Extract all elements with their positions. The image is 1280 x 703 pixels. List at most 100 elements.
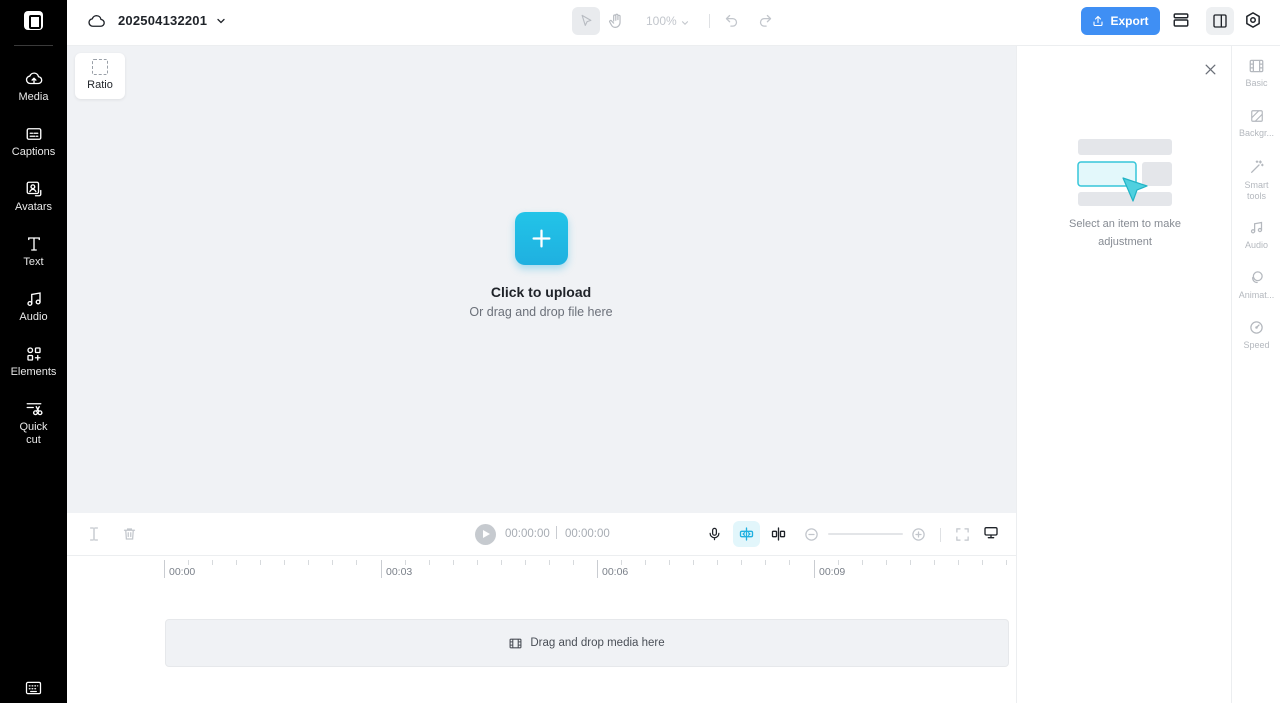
current-time: 00:00:00 bbox=[505, 528, 550, 540]
ruler-tick bbox=[405, 560, 406, 565]
select-tool-button[interactable] bbox=[572, 7, 600, 35]
ruler-tick bbox=[597, 560, 598, 578]
hand-icon bbox=[609, 13, 621, 28]
layers-button[interactable] bbox=[1172, 11, 1190, 34]
music-note-icon bbox=[1250, 221, 1263, 234]
timeline-zoom-slider[interactable] bbox=[828, 533, 903, 535]
film-icon bbox=[1249, 59, 1264, 73]
sidebar-divider bbox=[14, 45, 53, 46]
music-note-icon bbox=[26, 292, 41, 307]
auto-snap-toggle[interactable] bbox=[733, 521, 760, 547]
select-item-illustration bbox=[1077, 138, 1175, 211]
ruler-tick bbox=[1006, 560, 1007, 565]
keyboard-shortcuts-button[interactable] bbox=[25, 681, 42, 700]
upload-button[interactable] bbox=[515, 212, 568, 265]
sidebar-item-captions[interactable]: Captions bbox=[0, 125, 67, 158]
project-name[interactable]: 202504132201 bbox=[118, 13, 207, 28]
ruler-label: 00:09 bbox=[819, 566, 846, 578]
ratio-icon bbox=[92, 59, 108, 75]
sidebar-item-media[interactable]: Media bbox=[0, 70, 67, 103]
ruler-tick bbox=[549, 560, 550, 565]
ruler-tick bbox=[910, 560, 911, 565]
zoom-dropdown[interactable] bbox=[680, 15, 690, 33]
ratio-button[interactable]: Ratio bbox=[75, 53, 125, 99]
fit-button[interactable] bbox=[955, 527, 970, 547]
zoom-out-button[interactable] bbox=[804, 527, 819, 547]
hand-tool-button[interactable] bbox=[608, 12, 625, 35]
export-icon bbox=[1093, 15, 1104, 27]
undo-button[interactable] bbox=[724, 13, 739, 33]
speed-icon bbox=[1250, 321, 1263, 334]
avatar-icon bbox=[26, 181, 41, 197]
sidebar-item-avatars[interactable]: Avatars bbox=[0, 180, 67, 213]
timeline-area[interactable]: 00:00 00:03 00:06 00:09 Drag and drop me… bbox=[67, 556, 1016, 703]
gear-icon bbox=[1246, 12, 1260, 28]
ruler-tick bbox=[381, 560, 382, 578]
sidebar-item-label: Captions bbox=[11, 146, 56, 158]
split-button[interactable] bbox=[87, 526, 101, 547]
total-time: 00:00:00 bbox=[565, 528, 610, 540]
microphone-icon bbox=[709, 527, 720, 541]
trash-icon bbox=[123, 528, 136, 540]
record-voice-button[interactable] bbox=[707, 525, 722, 548]
zoom-level[interactable]: 100% bbox=[646, 14, 677, 28]
empty-selection-hint: Select an item to make adjustment bbox=[1069, 218, 1181, 248]
ruler-tick bbox=[886, 560, 887, 565]
drop-zone-label: Drag and drop media here bbox=[530, 637, 665, 649]
sidebar-item-elements[interactable]: Elements bbox=[0, 345, 67, 378]
rail-item-background[interactable]: Backgr... bbox=[1232, 109, 1280, 139]
cloud-sync-button[interactable] bbox=[87, 12, 106, 35]
rail-item-audio[interactable]: Audio bbox=[1232, 220, 1280, 251]
ruler-tick bbox=[284, 560, 285, 565]
upload-title[interactable]: Click to upload bbox=[441, 284, 641, 300]
close-panel-button[interactable] bbox=[1204, 63, 1217, 81]
sidebar-item-label: Text bbox=[23, 256, 44, 268]
rail-item-speed[interactable]: Speed bbox=[1232, 320, 1280, 351]
link-button[interactable] bbox=[770, 526, 787, 547]
delete-button[interactable] bbox=[122, 526, 137, 547]
ruler-label: 00:06 bbox=[602, 566, 629, 578]
rail-item-animation[interactable]: Animat... bbox=[1232, 270, 1280, 301]
panel-toggle-button[interactable] bbox=[1206, 7, 1234, 35]
preview-mode-button[interactable] bbox=[983, 525, 999, 546]
ruler-tick bbox=[332, 560, 333, 565]
left-sidebar: Media Captions Avatars Text Audio Elemen… bbox=[0, 0, 67, 703]
ratio-label: Ratio bbox=[87, 79, 113, 91]
fullscreen-icon bbox=[956, 528, 969, 541]
ruler-tick bbox=[789, 560, 790, 565]
media-drop-zone[interactable]: Drag and drop media here bbox=[165, 619, 1009, 667]
ruler-tick bbox=[164, 560, 165, 578]
rail-item-basic[interactable]: Basic bbox=[1232, 59, 1280, 89]
export-button[interactable]: Export bbox=[1081, 7, 1160, 35]
elements-icon bbox=[26, 347, 41, 361]
sidebar-item-quick-cut[interactable]: Quick cut bbox=[0, 400, 67, 447]
toolbar-divider bbox=[709, 14, 710, 28]
layers-icon bbox=[1173, 13, 1189, 27]
app-logo[interactable] bbox=[24, 11, 43, 30]
zoom-in-button[interactable] bbox=[911, 527, 926, 547]
sidebar-item-label: Avatars bbox=[14, 201, 53, 213]
properties-panel: Select an item to make adjustment bbox=[1016, 46, 1231, 703]
monitor-icon bbox=[984, 527, 998, 539]
ruler-tick bbox=[862, 560, 863, 565]
chevron-down-icon bbox=[217, 18, 225, 24]
top-bar: 202504132201 100% Export bbox=[67, 0, 1280, 46]
sidebar-item-audio[interactable]: Audio bbox=[0, 290, 67, 323]
canvas-area[interactable]: Ratio Click to upload Or drag and drop f… bbox=[67, 46, 1016, 513]
rail-item-smart-tools[interactable]: Smart tools bbox=[1232, 159, 1280, 202]
project-menu-button[interactable] bbox=[215, 14, 227, 32]
play-button[interactable] bbox=[475, 524, 496, 545]
ruler-tick bbox=[260, 560, 261, 565]
cloud-upload-icon bbox=[25, 72, 42, 85]
property-tabs-rail: Basic Backgr... Smart tools Audio Animat… bbox=[1231, 46, 1280, 703]
redo-icon bbox=[759, 14, 772, 27]
timeline-toolbar: 00:00:00 00:00:00 bbox=[67, 513, 1016, 556]
timeline-ruler[interactable]: 00:00 00:03 00:06 00:09 bbox=[164, 558, 1016, 580]
background-icon bbox=[1250, 110, 1263, 122]
ruler-tick bbox=[356, 560, 357, 565]
chevron-down-icon bbox=[681, 21, 689, 26]
ruler-tick bbox=[621, 560, 622, 565]
sidebar-item-text[interactable]: Text bbox=[0, 235, 67, 268]
settings-button[interactable] bbox=[1244, 11, 1262, 34]
redo-button[interactable] bbox=[758, 13, 773, 33]
